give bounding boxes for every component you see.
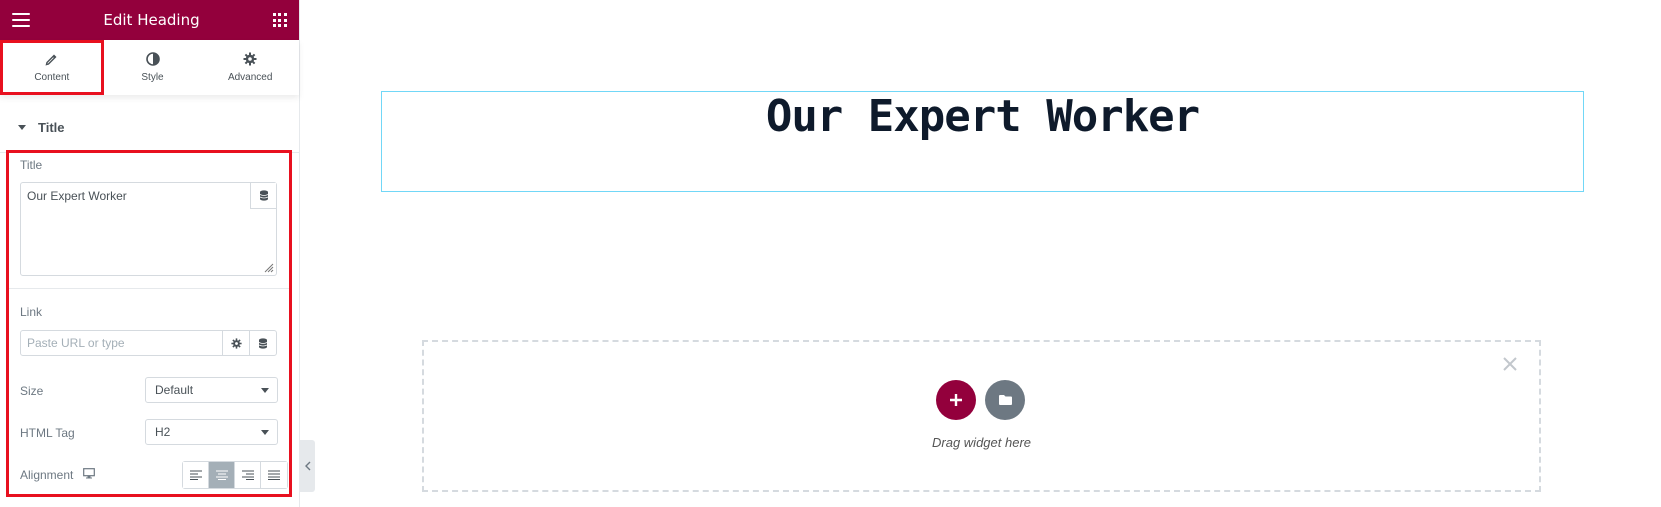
tab-content[interactable]: Content — [0, 40, 104, 95]
folder-icon — [998, 395, 1012, 405]
desktop-icon[interactable] — [83, 466, 96, 484]
link-label: Link — [20, 305, 43, 319]
database-icon — [259, 190, 268, 201]
panel-tabs: Content Style Advanced — [0, 40, 299, 95]
gear-icon — [243, 52, 257, 66]
align-center-button[interactable] — [209, 462, 235, 488]
link-field — [20, 330, 277, 356]
collapse-panel-button[interactable] — [300, 440, 315, 492]
size-select[interactable]: Default — [145, 377, 278, 403]
controls-highlight: Title Our Expert Worker Link Size Defaul… — [6, 150, 292, 497]
size-label: Size — [20, 384, 44, 398]
divider — [9, 288, 289, 289]
title-value: Our Expert Worker — [27, 189, 127, 203]
chevron-left-icon — [304, 461, 310, 471]
link-input[interactable] — [21, 331, 222, 355]
plus-icon — [950, 394, 962, 406]
dynamic-tags-button[interactable] — [250, 183, 276, 209]
title-textarea[interactable]: Our Expert Worker — [20, 182, 277, 276]
tab-advanced[interactable]: Advanced — [201, 40, 299, 95]
editor-panel: Edit Heading Content Style Advanced Titl… — [0, 0, 300, 507]
add-section-button[interactable] — [936, 380, 976, 420]
title-label: Title — [20, 158, 43, 172]
alignment-row: Alignment — [20, 461, 288, 489]
align-center-icon — [215, 470, 228, 480]
database-icon — [258, 337, 268, 349]
link-dynamic-tags-button[interactable] — [249, 331, 276, 355]
heading-widget[interactable]: Our Expert Worker — [381, 91, 1584, 192]
align-justify-icon — [268, 470, 280, 480]
tab-advanced-label: Advanced — [227, 72, 273, 83]
add-template-button[interactable] — [985, 380, 1025, 420]
html-tag-select[interactable]: H2 — [145, 419, 278, 445]
menu-icon[interactable] — [12, 13, 30, 27]
drag-widget-hint: Drag widget here — [932, 435, 1031, 450]
html-tag-label: HTML Tag — [20, 426, 75, 440]
tab-style-label: Style — [141, 72, 164, 83]
size-value: Default — [155, 383, 194, 397]
pencil-icon — [45, 52, 59, 66]
contrast-icon — [145, 52, 160, 66]
drop-zone[interactable]: Drag widget here — [422, 340, 1541, 492]
alignment-label: Alignment — [20, 468, 74, 482]
align-right-button[interactable] — [235, 462, 261, 488]
chevron-down-icon — [261, 387, 269, 393]
link-options-button[interactable] — [222, 331, 249, 355]
tab-content-label: Content — [34, 72, 70, 83]
tab-style[interactable]: Style — [104, 40, 202, 95]
panel-body: Title — [0, 95, 299, 153]
alignment-buttons — [182, 461, 288, 489]
caret-down-icon — [18, 125, 26, 130]
section-title-toggle[interactable]: Title — [0, 103, 299, 153]
chevron-down-icon — [261, 429, 269, 435]
align-left-icon — [189, 470, 202, 480]
gear-icon — [230, 337, 242, 349]
panel-title: Edit Heading — [103, 11, 200, 29]
widgets-grid-icon[interactable] — [272, 13, 287, 27]
section-title: Title — [38, 120, 65, 135]
heading-text[interactable]: Our Expert Worker — [382, 92, 1583, 141]
panel-header: Edit Heading — [0, 0, 299, 40]
align-justify-button[interactable] — [261, 462, 287, 488]
align-right-icon — [241, 470, 254, 480]
align-left-button[interactable] — [183, 462, 209, 488]
resize-handle-icon[interactable] — [262, 261, 274, 273]
close-icon[interactable] — [1502, 356, 1518, 372]
html-tag-value: H2 — [155, 425, 171, 439]
